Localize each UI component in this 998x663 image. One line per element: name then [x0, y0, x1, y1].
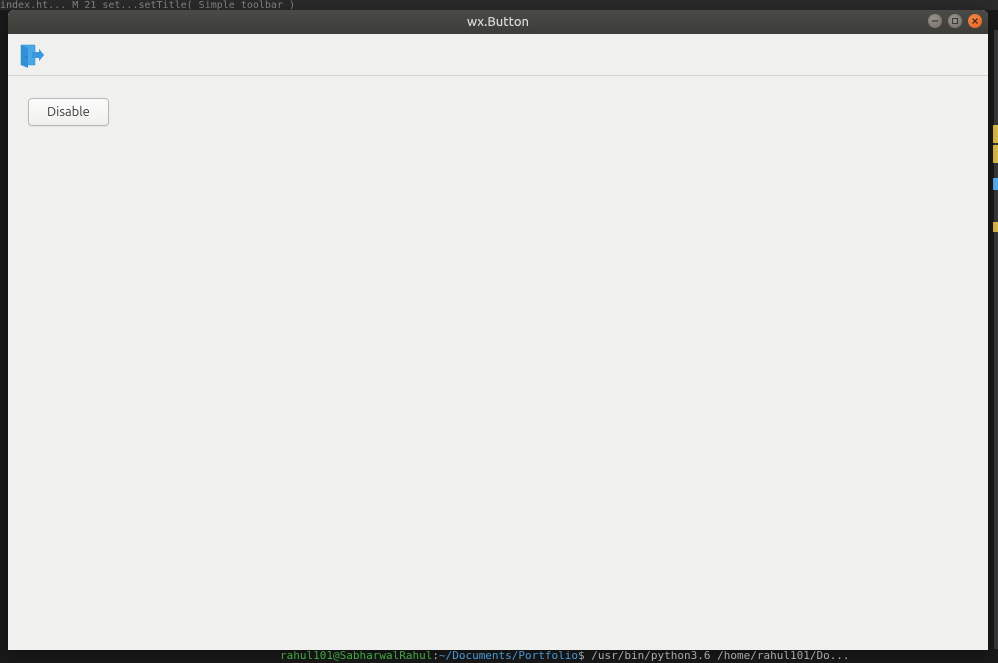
background-marker	[993, 178, 998, 190]
toolbar	[8, 34, 988, 76]
minimize-button[interactable]	[928, 14, 942, 28]
toolbar-exit-button[interactable]	[12, 37, 52, 73]
background-marker	[993, 222, 998, 232]
content-panel: Disable	[8, 76, 988, 650]
close-icon	[971, 17, 979, 25]
maximize-icon	[951, 17, 959, 25]
background-marker	[993, 145, 998, 163]
application-window: wx.Button	[8, 10, 988, 650]
maximize-button[interactable]	[948, 14, 962, 28]
window-controls	[928, 14, 982, 28]
exit-icon	[18, 42, 46, 68]
window-titlebar[interactable]: wx.Button	[8, 10, 988, 34]
background-scrollbar	[994, 30, 998, 650]
minimize-icon	[931, 17, 939, 25]
background-terminal-fragment: rahul101@SabharwalRahul:~/Documents/Port…	[0, 649, 998, 663]
close-button[interactable]	[968, 14, 982, 28]
window-title: wx.Button	[467, 15, 529, 29]
background-marker	[993, 125, 998, 143]
background-editor-fragment: index.ht... M 21 set...setTitle( Simple …	[0, 0, 998, 10]
disable-button[interactable]: Disable	[28, 98, 109, 126]
